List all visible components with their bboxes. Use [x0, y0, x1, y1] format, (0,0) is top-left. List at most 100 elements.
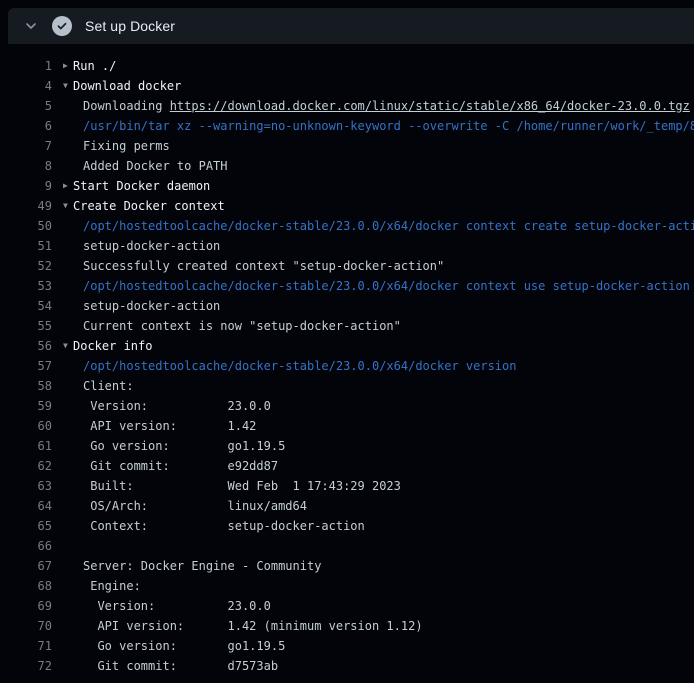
- log-line: 63 Built: Wed Feb 1 17:43:29 2023: [0, 476, 694, 496]
- log-text: Go version: go1.19.5: [83, 639, 285, 653]
- triangle-down-icon[interactable]: ▼: [63, 196, 72, 216]
- log-group-row[interactable]: 49 ▼Create Docker context: [0, 196, 694, 216]
- log-line: 50/opt/hostedtoolcache/docker-stable/23.…: [0, 216, 694, 236]
- log-text: Successfully created context "setup-dock…: [83, 259, 444, 273]
- log-line: 8 Added Docker to PATH: [0, 156, 694, 176]
- line-number[interactable]: 1: [0, 59, 52, 73]
- line-number[interactable]: 57: [0, 359, 52, 373]
- log-line: 64 OS/Arch: linux/amd64: [0, 496, 694, 516]
- line-number[interactable]: 68: [0, 579, 52, 593]
- group-title: Docker info: [73, 339, 152, 353]
- line-number[interactable]: 72: [0, 659, 52, 673]
- log-text: setup-docker-action: [83, 299, 220, 313]
- log-line: 70 API version: 1.42 (minimum version 1.…: [0, 616, 694, 636]
- log-line: 65 Context: setup-docker-action: [0, 516, 694, 536]
- group-title: Run ./: [73, 59, 116, 73]
- line-number[interactable]: 66: [0, 539, 52, 553]
- log-text: API version: 1.42 (minimum version 1.12): [83, 619, 423, 633]
- log-line: 58 Client:: [0, 376, 694, 396]
- log-text: Version: 23.0.0: [83, 399, 271, 413]
- log-line: 6/usr/bin/tar xz --warning=no-unknown-ke…: [0, 116, 694, 136]
- line-number[interactable]: 50: [0, 219, 52, 233]
- check-circle-icon: [52, 16, 72, 36]
- log-text: Built: Wed Feb 1 17:43:29 2023: [83, 479, 401, 493]
- triangle-right-icon[interactable]: ▶: [63, 56, 72, 76]
- log-line: 54 setup-docker-action: [0, 296, 694, 316]
- log-text-prefix: Downloading: [83, 99, 170, 113]
- line-number[interactable]: 52: [0, 259, 52, 273]
- line-number[interactable]: 70: [0, 619, 52, 633]
- log-line: 60 API version: 1.42: [0, 416, 694, 436]
- line-number[interactable]: 7: [0, 139, 52, 153]
- line-number[interactable]: 54: [0, 299, 52, 313]
- line-number[interactable]: 9: [0, 179, 52, 193]
- line-number[interactable]: 60: [0, 419, 52, 433]
- line-number[interactable]: 59: [0, 399, 52, 413]
- step-header[interactable]: Set up Docker: [8, 8, 694, 44]
- line-number[interactable]: 63: [0, 479, 52, 493]
- log-group-row[interactable]: 1 ▶Run ./: [0, 56, 694, 76]
- log-line: 61 Go version: go1.19.5: [0, 436, 694, 456]
- log-text: Version: 23.0.0: [83, 599, 271, 613]
- log-group-row[interactable]: 4▼Download docker: [0, 76, 694, 96]
- line-number[interactable]: 62: [0, 459, 52, 473]
- log-line: 66: [0, 536, 694, 556]
- log-line: 67 Server: Docker Engine - Community: [0, 556, 694, 576]
- download-url-link[interactable]: https://download.docker.com/linux/static…: [170, 99, 690, 113]
- log-line: 55 Current context is now "setup-docker-a…: [0, 316, 694, 336]
- command-text: /opt/hostedtoolcache/docker-stable/23.0.…: [83, 279, 690, 293]
- log-line: 57/opt/hostedtoolcache/docker-stable/23.…: [0, 356, 694, 376]
- line-number[interactable]: 71: [0, 639, 52, 653]
- command-text: /usr/bin/tar xz --warning=no-unknown-key…: [83, 119, 694, 133]
- step-title: Set up Docker: [85, 18, 175, 34]
- line-number[interactable]: 65: [0, 519, 52, 533]
- log-text: Git commit: e92dd87: [83, 459, 278, 473]
- log-text: Downloading https://download.docker.com/…: [83, 99, 690, 113]
- log-viewer: 1▶Run ./4▼Download docker5Downloading ht…: [0, 44, 694, 683]
- log-line: 5 Downloading https://download.docker.com…: [0, 96, 694, 116]
- line-number[interactable]: 6: [0, 119, 52, 133]
- log-group-row[interactable]: 9▶Start Docker daemon: [0, 176, 694, 196]
- log-line: 53/opt/hostedtoolcache/docker-stable/23.…: [0, 276, 694, 296]
- line-number[interactable]: 61: [0, 439, 52, 453]
- line-number[interactable]: 5: [0, 99, 52, 113]
- line-number[interactable]: 67: [0, 559, 52, 573]
- log-line: 71 Go version: go1.19.5: [0, 636, 694, 656]
- log-line: 51 setup-docker-action: [0, 236, 694, 256]
- log-line: 72 Git commit: d7573ab: [0, 656, 694, 676]
- log-line: 62 Git commit: e92dd87: [0, 456, 694, 476]
- log-line: 68 Engine:: [0, 576, 694, 596]
- log-line: 52 Successfully created context "setup-do…: [0, 256, 694, 276]
- line-number[interactable]: 56: [0, 339, 52, 353]
- line-number[interactable]: 58: [0, 379, 52, 393]
- log-text: Go version: go1.19.5: [83, 439, 285, 453]
- triangle-down-icon[interactable]: ▼: [63, 336, 72, 356]
- line-number[interactable]: 49: [0, 199, 52, 213]
- log-text: Server: Docker Engine - Community: [83, 559, 321, 573]
- log-text: Added Docker to PATH: [83, 159, 228, 173]
- log-text: Current context is now "setup-docker-act…: [83, 319, 401, 333]
- command-text: /opt/hostedtoolcache/docker-stable/23.0.…: [83, 359, 516, 373]
- line-number[interactable]: 64: [0, 499, 52, 513]
- line-number[interactable]: 55: [0, 319, 52, 333]
- log-text: setup-docker-action: [83, 239, 220, 253]
- triangle-down-icon[interactable]: ▼: [63, 76, 72, 96]
- log-line: 59 Version: 23.0.0: [0, 396, 694, 416]
- log-text: Fixing perms: [83, 139, 170, 153]
- log-text: Git commit: d7573ab: [83, 659, 278, 673]
- log-line: 7 Fixing perms: [0, 136, 694, 156]
- line-number[interactable]: 4: [0, 79, 52, 93]
- log-line: 69 Version: 23.0.0: [0, 596, 694, 616]
- chevron-down-icon[interactable]: [22, 17, 40, 35]
- line-number[interactable]: 51: [0, 239, 52, 253]
- line-number[interactable]: 8: [0, 159, 52, 173]
- triangle-right-icon[interactable]: ▶: [63, 176, 72, 196]
- group-title: Create Docker context: [73, 199, 225, 213]
- command-text: /opt/hostedtoolcache/docker-stable/23.0.…: [83, 219, 694, 233]
- log-text: Client:: [83, 379, 134, 393]
- line-number[interactable]: 69: [0, 599, 52, 613]
- log-group-row[interactable]: 56 ▼Docker info: [0, 336, 694, 356]
- line-number[interactable]: 53: [0, 279, 52, 293]
- log-text: OS/Arch: linux/amd64: [83, 499, 307, 513]
- log-text: Context: setup-docker-action: [83, 519, 365, 533]
